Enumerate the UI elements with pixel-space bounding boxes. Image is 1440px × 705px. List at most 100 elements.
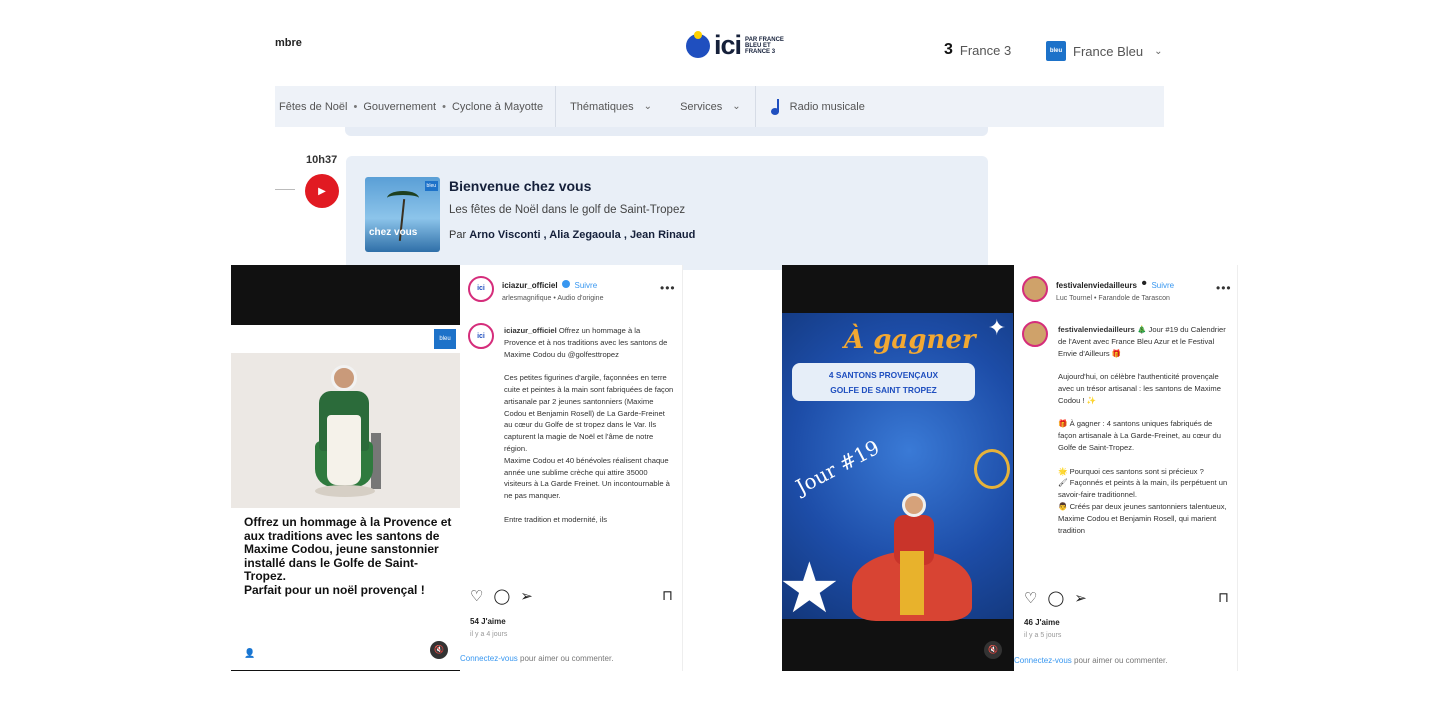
- post2-time-ago: il y a 5 jours: [1024, 632, 1062, 639]
- santon-figurine-image: [231, 353, 460, 508]
- previous-card-edge: [345, 127, 988, 136]
- mute-icon[interactable]: 🔇: [430, 641, 448, 659]
- post2-caption: festivalenviedailleurs 🎄 Jour #19 du Cal…: [1058, 324, 1230, 582]
- play-button[interactable]: ▶: [305, 174, 339, 208]
- post2-media-title: À gagner: [844, 325, 976, 355]
- bookmark-icon[interactable]: ⊓: [662, 587, 673, 604]
- program-thumbnail: bleu chez vous: [365, 177, 440, 252]
- comment-icon[interactable]: ◯: [493, 587, 510, 605]
- nav-radio-musicale[interactable]: Radio musicale: [756, 86, 879, 127]
- more-options-icon[interactable]: •••: [1216, 281, 1232, 295]
- avatar[interactable]: ici: [468, 323, 494, 349]
- more-options-icon[interactable]: •••: [660, 281, 676, 295]
- post2-meta: Luc Tournel • Farandole de Tarascon: [1056, 295, 1170, 302]
- connect-link[interactable]: Connectez-vous: [460, 654, 518, 663]
- trending-topics: Fêtes de Noël • Gouvernement • Cyclone à…: [275, 86, 557, 127]
- post1-likes[interactable]: 54 J'aime: [470, 617, 506, 626]
- program-time: 10h37: [306, 154, 338, 166]
- banner-line-2: GOLFE DE SAINT TROPEZ: [830, 385, 937, 395]
- nav-separator: •: [353, 100, 358, 113]
- chevron-down-icon: ⌄: [732, 101, 741, 112]
- bookmark-icon[interactable]: ⊓: [1218, 589, 1229, 606]
- nav-thematiques-label: Thématiques: [570, 100, 634, 113]
- post1-header: ici iciazur_officiel Suivre arlesmagnifi…: [468, 275, 603, 302]
- nav-separator: •: [442, 100, 446, 113]
- thumb-label: chez vous: [369, 227, 418, 238]
- post2-media[interactable]: À gagner ✦ 4 SANTONS PROVENÇAUX GOLFE DE…: [782, 265, 1014, 671]
- post2-sidebar: festivalenviedailleurs • Suivre Luc Tour…: [1014, 265, 1238, 671]
- dancer-head: [902, 493, 926, 517]
- breadcrumb[interactable]: mbre: [275, 37, 302, 49]
- instagram-post-1: bleu Offrez un hommage à la Provence et …: [231, 265, 683, 671]
- caption-text: Offrez un hommage à la Provence et à nos…: [504, 326, 674, 524]
- francebleu-icon: bleu: [434, 329, 456, 349]
- figurine-apron: [327, 415, 361, 485]
- dancer-santon-image: [844, 449, 1010, 633]
- connect-link[interactable]: Connectez-vous: [1014, 656, 1072, 665]
- chevron-down-icon: ⌄: [1154, 45, 1163, 57]
- figurine-head: [331, 365, 357, 391]
- nav-topic-cyclone[interactable]: Cyclone à Mayotte: [452, 101, 543, 113]
- mute-icon[interactable]: 🔇: [984, 641, 1002, 659]
- nav-topic-gouvernement[interactable]: Gouvernement: [363, 101, 436, 113]
- post1-time-ago: il y a 4 jours: [470, 631, 508, 638]
- by-prefix: Par: [449, 229, 467, 241]
- ici-logo-mark: [686, 30, 710, 58]
- play-icon: ▶: [318, 185, 326, 197]
- banner-line-1: 4 SANTONS PROVENÇAUX: [828, 370, 939, 380]
- post1-username[interactable]: iciazur_officiel: [502, 281, 558, 290]
- logo-word: ici: [714, 30, 742, 60]
- nav-services-label: Services: [680, 100, 723, 113]
- post1-meta: arlesmagnifique • Audio d'origine: [502, 295, 604, 302]
- dancer-apron: [900, 551, 924, 615]
- follow-button[interactable]: Suivre: [574, 281, 597, 290]
- figurine-base: [315, 485, 375, 497]
- like-icon[interactable]: ♡: [1024, 589, 1037, 607]
- francebleu-label: France Bleu: [1073, 43, 1144, 59]
- post2-likes[interactable]: 46 J'aime: [1024, 618, 1060, 627]
- share-icon[interactable]: ➢: [1074, 589, 1087, 607]
- ici-logo[interactable]: ici PAR FRANCE BLEU ET FRANCE 3: [686, 30, 793, 60]
- post2-username[interactable]: festivalenviedailleurs: [1056, 281, 1137, 290]
- caption-username[interactable]: festivalenviedailleurs: [1058, 325, 1135, 334]
- ornament: [974, 449, 1010, 489]
- post2-banner: 4 SANTONS PROVENÇAUX GOLFE DE SAINT TROP…: [792, 363, 975, 401]
- timeline-line: [275, 189, 295, 190]
- comment-icon[interactable]: ◯: [1047, 589, 1064, 607]
- music-note-icon: [770, 98, 784, 115]
- caption-username[interactable]: iciazur_officiel: [504, 326, 557, 335]
- verified-icon: [562, 279, 571, 288]
- avatar[interactable]: [1022, 275, 1048, 302]
- program-title[interactable]: Bienvenue chez vous: [449, 178, 591, 194]
- avatar[interactable]: ici: [468, 275, 494, 302]
- nav-thematiques[interactable]: Thématiques ⌄: [556, 86, 666, 127]
- avatar[interactable]: [1022, 321, 1048, 347]
- program-card[interactable]: bleu chez vous Bienvenue chez vous Les f…: [346, 156, 988, 270]
- follow-button[interactable]: Suivre: [1151, 281, 1174, 290]
- nav-services[interactable]: Services ⌄: [666, 86, 756, 127]
- chevron-down-icon: ⌄: [643, 101, 653, 112]
- program-subtitle: Les fêtes de Noël dans le golf de Saint-…: [449, 204, 686, 216]
- main-nav: Fêtes de Noël • Gouvernement • Cyclone à…: [275, 86, 1164, 127]
- program-authors: Par Arno Visconti , Alia Zegaoula , Jean…: [449, 229, 695, 241]
- sparkle-icon: ✦: [987, 315, 1006, 340]
- francebleu-dropdown[interactable]: bleu France Bleu ⌄: [1046, 41, 1162, 61]
- star-icon: ★: [782, 549, 841, 627]
- user-icon[interactable]: 👤: [244, 648, 255, 659]
- france3-icon: 3: [944, 41, 953, 58]
- france3-label: France 3: [959, 42, 1012, 58]
- like-icon[interactable]: ♡: [470, 587, 483, 605]
- nav-topic-fetes[interactable]: Fêtes de Noël: [279, 101, 347, 113]
- post1-actions: ♡ ◯ ➢: [470, 587, 533, 605]
- nav-radio-label: Radio musicale: [789, 100, 865, 113]
- post2-connect: Connectez-vous pour aimer ou commenter.: [1014, 656, 1167, 665]
- thumb-badge: bleu: [424, 181, 438, 191]
- post1-sidebar: ici iciazur_officiel Suivre arlesmagnifi…: [460, 265, 683, 671]
- france3-link[interactable]: 3 France 3: [944, 41, 1011, 59]
- post1-media[interactable]: bleu Offrez un hommage à la Provence et …: [231, 265, 460, 671]
- share-icon[interactable]: ➢: [520, 587, 533, 605]
- post1-caption: iciazur_officiel Offrez un hommage à la …: [504, 325, 674, 583]
- caption-text: 🎄 Jour #19 du Calendrier de l'Avent avec…: [1058, 325, 1228, 535]
- francebleu-icon: bleu: [1046, 41, 1066, 61]
- post2-actions: ♡ ◯ ➢: [1024, 589, 1087, 607]
